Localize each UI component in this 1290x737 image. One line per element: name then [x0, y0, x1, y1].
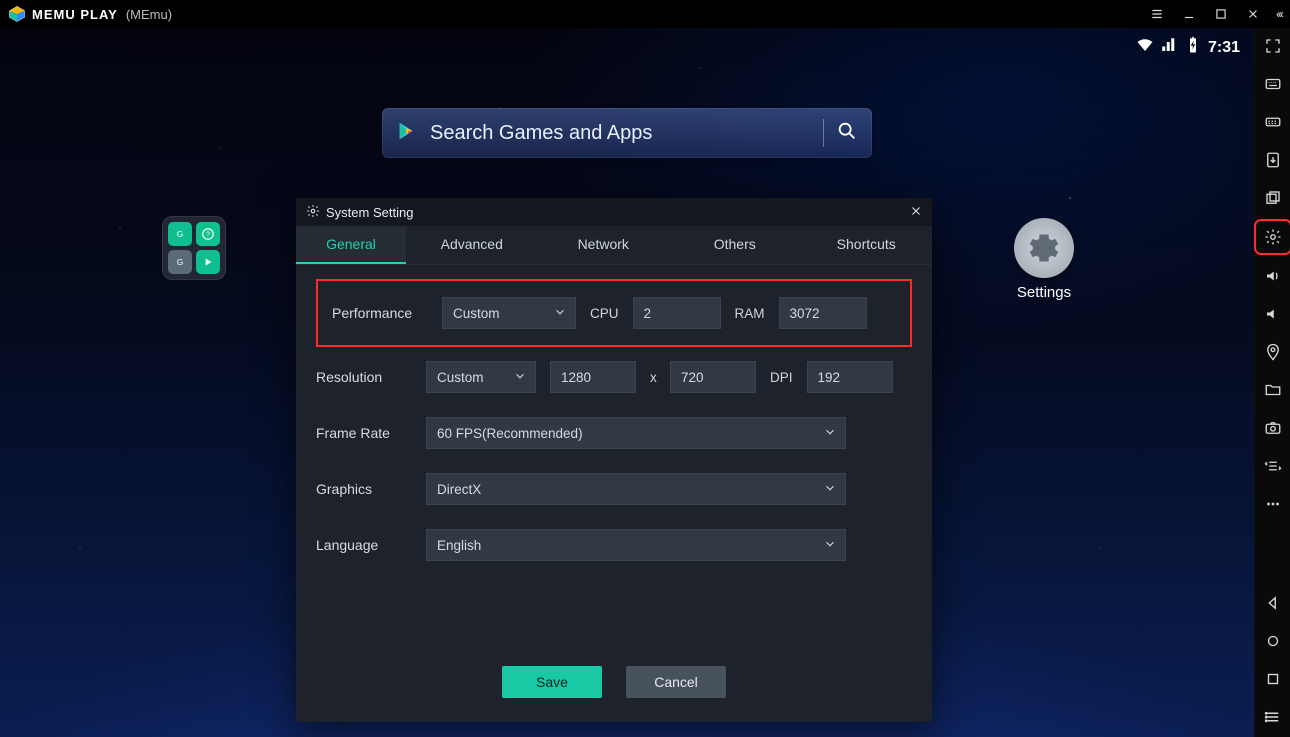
performance-preset-value: Custom — [453, 306, 500, 321]
back-icon[interactable] — [1261, 591, 1285, 615]
search-bar[interactable]: Search Games and Apps — [382, 108, 872, 158]
maximize-icon[interactable] — [1208, 4, 1234, 24]
dialog-titlebar: System Setting — [296, 198, 932, 226]
gps-icon[interactable] — [1261, 340, 1285, 364]
system-setting-dialog: System Setting General Advanced Network … — [296, 198, 932, 722]
wifi-icon — [1136, 36, 1154, 59]
battery-icon — [1184, 36, 1202, 59]
shake-icon[interactable] — [1261, 454, 1285, 478]
keymap-icon[interactable] — [1261, 110, 1285, 134]
folder-item-play-icon — [196, 250, 220, 274]
ram-label: RAM — [735, 306, 765, 321]
app-brand: MEMU PLAY — [32, 7, 118, 22]
minimize-icon[interactable] — [1176, 4, 1202, 24]
window-titlebar: MEMU PLAY (MEmu) ‹‹‹ — [0, 0, 1290, 28]
play-store-icon — [396, 120, 418, 147]
graphics-value: DirectX — [437, 482, 481, 497]
tab-network[interactable]: Network — [538, 226, 670, 264]
dpi-value: 192 — [818, 370, 841, 385]
app-logo — [8, 5, 26, 23]
settings-icon[interactable] — [1259, 224, 1287, 250]
gear-icon — [306, 204, 326, 221]
tab-general[interactable]: General — [296, 226, 406, 264]
volume-down-icon[interactable] — [1261, 302, 1285, 326]
signal-icon — [1160, 36, 1178, 59]
graphics-select[interactable]: DirectX — [426, 473, 846, 505]
close-window-icon[interactable] — [1240, 4, 1266, 24]
divider — [823, 119, 824, 147]
chevron-down-icon — [513, 369, 527, 386]
dpi-input[interactable]: 192 — [807, 361, 893, 393]
resolution-label: Resolution — [316, 369, 412, 385]
settings-app-shortcut[interactable]: Settings — [1014, 218, 1074, 301]
tabs: General Advanced Network Others Shortcut… — [296, 226, 932, 265]
settings-app-label: Settings — [1017, 284, 1071, 301]
emulator-viewport: 7:31 Search Games and Apps G ? G Setting… — [0, 28, 1254, 737]
folder-item-settings-icon: G — [168, 250, 192, 274]
language-select[interactable]: English — [426, 529, 846, 561]
resolution-preset-value: Custom — [437, 370, 484, 385]
tab-others[interactable]: Others — [669, 226, 801, 264]
menu-icon[interactable] — [1144, 4, 1170, 24]
svg-text:G: G — [177, 230, 183, 239]
folder-item-help-icon: ? — [196, 222, 220, 246]
svg-text:G: G — [177, 258, 183, 267]
resolution-width-input[interactable]: 1280 — [550, 361, 636, 393]
graphics-label: Graphics — [316, 481, 412, 497]
cancel-button[interactable]: Cancel — [626, 666, 726, 698]
dpi-label: DPI — [770, 370, 793, 385]
framerate-select[interactable]: 60 FPS(Recommended) — [426, 417, 846, 449]
save-button[interactable]: Save — [502, 666, 602, 698]
file-manager-icon[interactable] — [1261, 378, 1285, 402]
cpu-label: CPU — [590, 306, 619, 321]
install-apk-icon[interactable] — [1261, 148, 1285, 172]
folder-item-google-icon: G — [168, 222, 192, 246]
home-icon[interactable] — [1261, 629, 1285, 653]
dialog-title: System Setting — [326, 205, 413, 220]
all-apps-icon[interactable] — [1261, 705, 1285, 729]
search-placeholder: Search Games and Apps — [430, 122, 811, 145]
resolution-height-value: 720 — [681, 370, 704, 385]
resolution-x: x — [650, 370, 656, 385]
cpu-input[interactable]: 2 — [633, 297, 721, 329]
chevron-down-icon — [823, 425, 837, 442]
multi-instance-icon[interactable] — [1261, 186, 1285, 210]
language-value: English — [437, 538, 481, 553]
cpu-value: 2 — [644, 306, 652, 321]
status-time: 7:31 — [1208, 39, 1240, 57]
android-statusbar: 7:31 — [1136, 36, 1240, 59]
search-icon[interactable] — [836, 120, 858, 147]
app-folder[interactable]: G ? G — [162, 216, 226, 280]
volume-up-icon[interactable] — [1261, 264, 1285, 288]
resolution-height-input[interactable]: 720 — [670, 361, 756, 393]
app-subtitle: (MEmu) — [126, 7, 172, 22]
resolution-width-value: 1280 — [561, 370, 591, 385]
chevron-down-icon — [553, 305, 567, 322]
more-icon[interactable] — [1261, 492, 1285, 516]
keyboard-icon[interactable] — [1261, 72, 1285, 96]
recents-icon[interactable] — [1261, 667, 1285, 691]
performance-row-highlight: Performance Custom CPU 2 RAM 3072 — [316, 279, 912, 347]
expand-sidebar-icon[interactable]: ‹‹‹ — [1276, 7, 1282, 21]
chevron-down-icon — [823, 537, 837, 554]
framerate-value: 60 FPS(Recommended) — [437, 426, 583, 441]
fullscreen-icon[interactable] — [1261, 34, 1285, 58]
performance-label: Performance — [332, 305, 428, 321]
close-dialog-button[interactable] — [910, 205, 922, 220]
performance-preset-select[interactable]: Custom — [442, 297, 576, 329]
right-sidebar — [1254, 28, 1290, 737]
framerate-label: Frame Rate — [316, 425, 412, 441]
language-label: Language — [316, 537, 412, 553]
svg-text:?: ? — [206, 231, 210, 238]
tab-advanced[interactable]: Advanced — [406, 226, 538, 264]
screenshot-icon[interactable] — [1261, 416, 1285, 440]
ram-input[interactable]: 3072 — [779, 297, 867, 329]
chevron-down-icon — [823, 481, 837, 498]
resolution-preset-select[interactable]: Custom — [426, 361, 536, 393]
tab-shortcuts[interactable]: Shortcuts — [801, 226, 933, 264]
ram-value: 3072 — [790, 306, 820, 321]
